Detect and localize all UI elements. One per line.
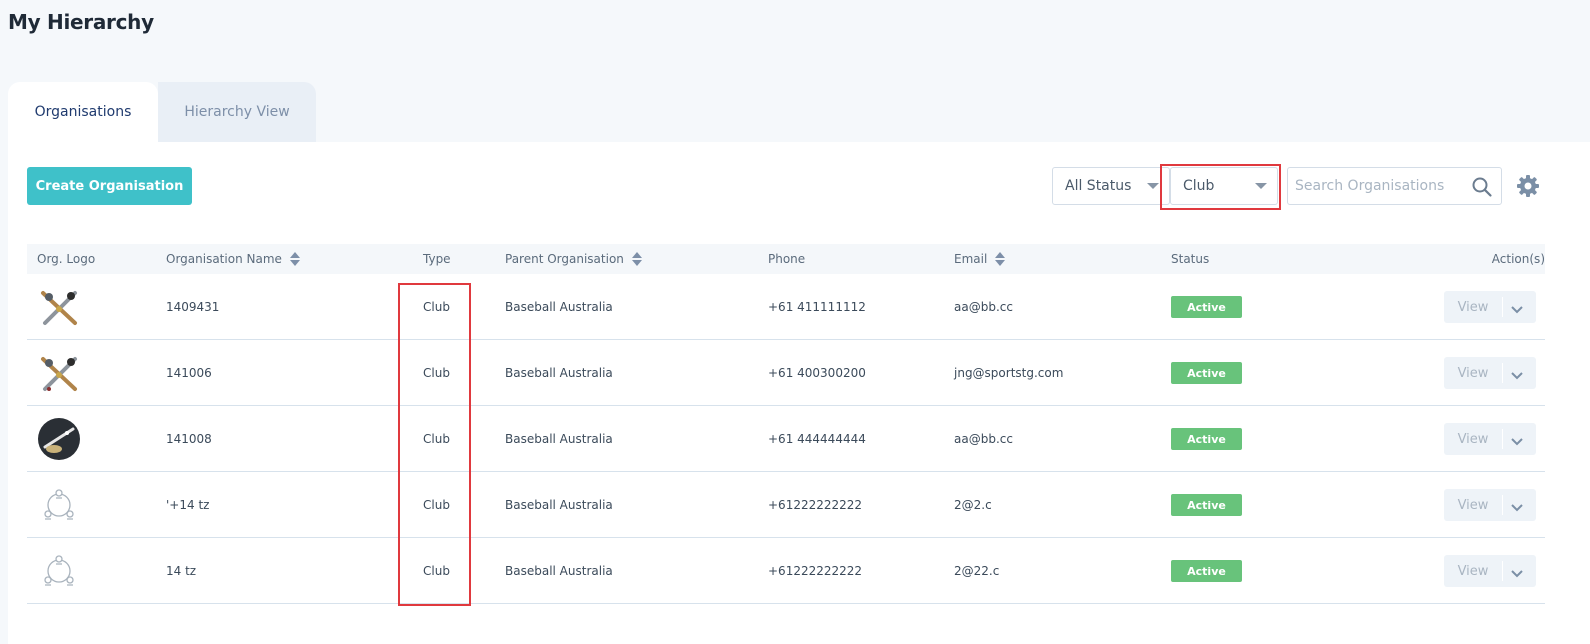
column-header-name[interactable]: Organisation Name bbox=[166, 244, 300, 274]
status-badge: Active bbox=[1171, 560, 1242, 582]
table-header: Org. Logo Organisation Name Type Parent … bbox=[27, 244, 1545, 274]
phone: +61 411111112 bbox=[768, 300, 866, 314]
status-filter-value: All Status bbox=[1065, 178, 1132, 194]
parent-org: Baseball Australia bbox=[505, 432, 613, 446]
status-badge: Active bbox=[1171, 362, 1242, 384]
divider bbox=[1502, 495, 1503, 515]
view-action-group: View bbox=[1444, 357, 1536, 389]
email: aa@bb.cc bbox=[954, 300, 1013, 314]
type-filter-value: Club bbox=[1183, 178, 1215, 194]
column-header-actions: Action(s) bbox=[1491, 252, 1545, 266]
phone: +61222222222 bbox=[768, 564, 863, 578]
phone: +61 400300200 bbox=[768, 366, 866, 380]
org-name[interactable]: 141008 bbox=[166, 406, 212, 472]
sort-icon[interactable] bbox=[995, 252, 1006, 266]
caret-down-icon bbox=[1255, 183, 1267, 189]
column-header-phone: Phone bbox=[768, 252, 806, 266]
org-type: Club bbox=[423, 498, 450, 512]
email: jng@sportstg.com bbox=[954, 366, 1064, 380]
column-header-type: Type bbox=[423, 252, 451, 266]
view-action-group: View bbox=[1444, 489, 1536, 521]
crossed-bats-logo bbox=[37, 351, 81, 395]
hierarchy-placeholder-icon bbox=[37, 549, 81, 593]
status-filter-select[interactable]: All Status bbox=[1052, 167, 1170, 205]
table-row-partial bbox=[27, 604, 1545, 644]
gear-icon[interactable] bbox=[1516, 174, 1540, 202]
parent-org: Baseball Australia bbox=[505, 498, 613, 512]
tab-organisations[interactable]: Organisations bbox=[8, 82, 158, 142]
email: 2@22.c bbox=[954, 564, 1000, 578]
status-badge: Active bbox=[1171, 296, 1242, 318]
phone: +61 444444444 bbox=[768, 432, 866, 446]
hierarchy-placeholder-icon bbox=[37, 483, 81, 527]
sort-icon[interactable] bbox=[631, 252, 642, 266]
search-box[interactable] bbox=[1287, 167, 1502, 205]
divider bbox=[1502, 561, 1503, 581]
org-name[interactable]: '+14 tz bbox=[166, 472, 209, 538]
search-icon[interactable] bbox=[1471, 176, 1493, 202]
status-badge: Active bbox=[1171, 428, 1242, 450]
table-row: 1409431 Club Baseball Australia +61 4111… bbox=[27, 274, 1545, 340]
table-body: 1409431 Club Baseball Australia +61 4111… bbox=[27, 274, 1545, 644]
page-title: My Hierarchy bbox=[8, 10, 154, 34]
view-action-group: View bbox=[1444, 291, 1536, 323]
status-badge: Active bbox=[1171, 494, 1242, 516]
view-action-group: View bbox=[1444, 423, 1536, 455]
view-button[interactable]: View bbox=[1444, 291, 1502, 323]
chevron-down-icon[interactable] bbox=[1510, 433, 1524, 452]
column-header-email[interactable]: Email bbox=[954, 244, 1006, 274]
chevron-down-icon[interactable] bbox=[1510, 499, 1524, 518]
org-type: Club bbox=[423, 432, 450, 446]
organisations-panel: Create Organisation All Status Club Sear… bbox=[8, 142, 1590, 644]
view-button[interactable]: View bbox=[1444, 555, 1502, 587]
column-header-logo: Org. Logo bbox=[37, 252, 96, 266]
chevron-down-icon[interactable] bbox=[1510, 565, 1524, 584]
round-dark-logo bbox=[37, 417, 81, 461]
crossed-bats-logo bbox=[37, 285, 81, 329]
divider bbox=[1502, 363, 1503, 383]
type-filter-select[interactable]: Club bbox=[1170, 167, 1278, 205]
view-button[interactable]: View bbox=[1444, 423, 1502, 455]
parent-org: Baseball Australia bbox=[505, 564, 613, 578]
chevron-down-icon[interactable] bbox=[1510, 367, 1524, 386]
parent-org: Baseball Australia bbox=[505, 366, 613, 380]
sort-icon[interactable] bbox=[289, 252, 300, 266]
column-header-parent[interactable]: Parent Organisation bbox=[505, 244, 642, 274]
tab-hierarchy-view[interactable]: Hierarchy View bbox=[158, 82, 316, 142]
column-header-status: Status bbox=[1171, 252, 1210, 266]
search-input[interactable] bbox=[1288, 168, 1468, 204]
divider bbox=[1502, 429, 1503, 449]
table-row: 141008 Club Baseball Australia +61 44444… bbox=[27, 406, 1545, 472]
org-type: Club bbox=[423, 366, 450, 380]
email: 2@2.c bbox=[954, 498, 992, 512]
org-type: Club bbox=[423, 300, 450, 314]
org-type: Club bbox=[423, 564, 450, 578]
table-row: '+14 tz Club Baseball Australia +6122222… bbox=[27, 472, 1545, 538]
org-name[interactable]: 14 tz bbox=[166, 538, 196, 604]
create-organisation-button[interactable]: Create Organisation bbox=[27, 167, 192, 205]
divider bbox=[1502, 297, 1503, 317]
org-name[interactable]: 141006 bbox=[166, 340, 212, 406]
phone: +61222222222 bbox=[768, 498, 863, 512]
view-button[interactable]: View bbox=[1444, 489, 1502, 521]
view-button[interactable]: View bbox=[1444, 357, 1502, 389]
org-name[interactable]: 1409431 bbox=[166, 274, 219, 340]
caret-down-icon bbox=[1147, 183, 1159, 189]
table-row: 14 tz Club Baseball Australia +612222222… bbox=[27, 538, 1545, 604]
email: aa@bb.cc bbox=[954, 432, 1013, 446]
view-action-group: View bbox=[1444, 555, 1536, 587]
chevron-down-icon[interactable] bbox=[1510, 301, 1524, 320]
tab-bar: Organisations Hierarchy View bbox=[8, 82, 316, 142]
table-row: 141006 Club Baseball Australia +61 40030… bbox=[27, 340, 1545, 406]
parent-org: Baseball Australia bbox=[505, 300, 613, 314]
